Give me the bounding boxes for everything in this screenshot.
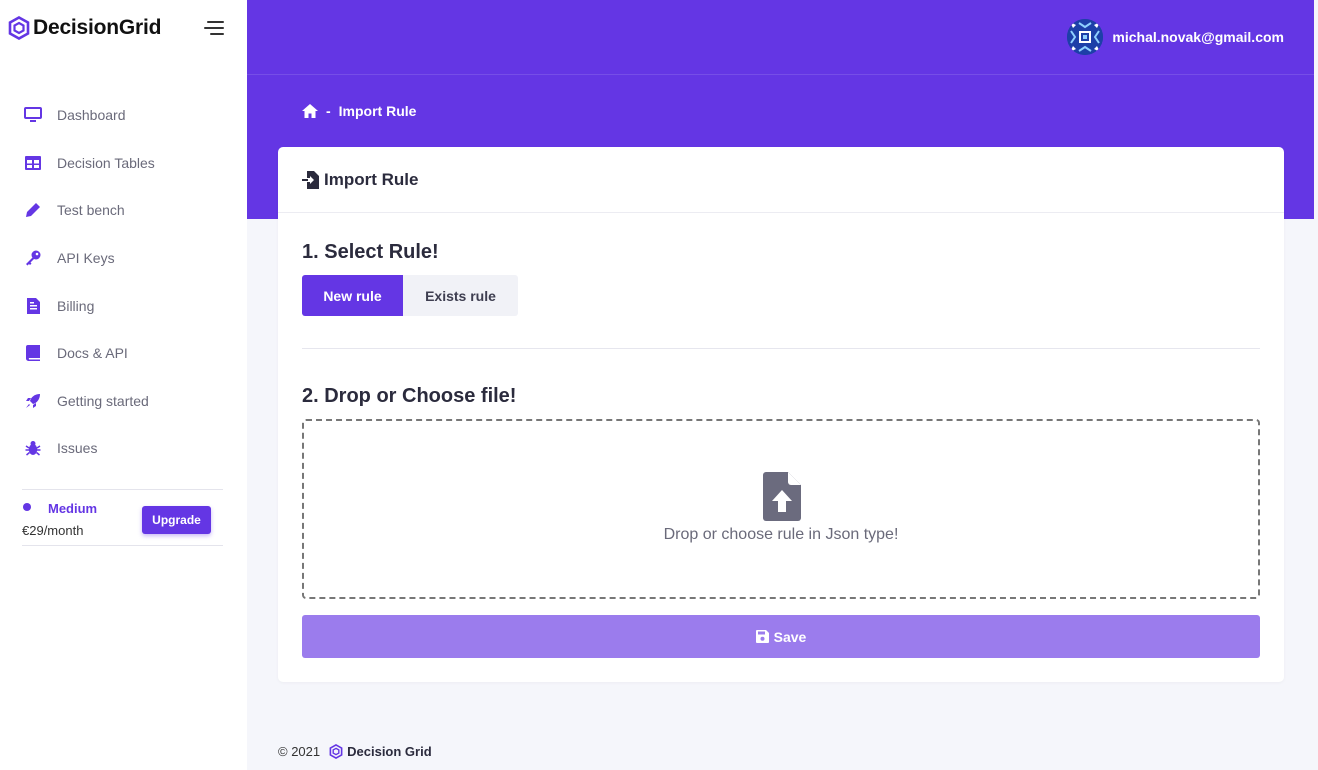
footer-copyright: © 2021 [278,744,321,759]
upgrade-button[interactable]: Upgrade [142,506,211,534]
sidebar-item-getting-started[interactable]: Getting started [0,378,247,424]
sidebar-item-label: Dashboard [57,107,126,123]
file-dropzone[interactable]: Drop or choose rule in Json type! [302,419,1260,599]
pen-icon [24,201,42,219]
user-email: michal.novak@gmail.com [1112,29,1284,45]
sidebar-item-issues[interactable]: Issues [0,425,247,471]
rocket-icon [24,392,42,410]
brand[interactable]: DecisionGrid [8,14,161,42]
exists-rule-button[interactable]: Exists rule [403,275,518,316]
step1-heading: 1. Select Rule! [302,241,439,263]
card-title: Import Rule [302,170,418,190]
new-rule-button[interactable]: New rule [302,275,403,316]
book-icon [24,344,42,362]
breadcrumb-separator: - [326,103,331,119]
avatar [1067,19,1104,55]
document-icon [24,297,42,315]
step2-heading: 2. Drop or Choose file! [302,385,517,407]
sidebar-item-label: API Keys [57,250,115,266]
sidebar: DecisionGrid Dashboard Decision Tables T… [0,0,247,770]
header-divider [247,74,1314,75]
sidebar-item-label: Test bench [57,202,125,218]
bug-icon [24,439,42,457]
sidebar-item-test-bench[interactable]: Test bench [0,187,247,233]
sidebar-item-billing[interactable]: Billing [0,283,247,329]
sidebar-item-label: Getting started [57,393,149,409]
user-menu[interactable]: michal.novak@gmail.com [1067,19,1284,55]
hexagon-logo-icon [329,744,343,759]
hexagon-logo-icon [8,16,30,40]
sidebar-item-label: Decision Tables [57,155,155,171]
plan-price: €29/month [22,523,84,538]
card-title-text: Import Rule [324,170,419,189]
import-rule-card: Import Rule 1. Select Rule! New rule Exi… [278,147,1284,682]
sidebar-item-api-keys[interactable]: API Keys [0,235,247,281]
monitor-icon [24,106,42,124]
file-import-icon [302,171,319,189]
plan-status-dot [23,503,31,511]
footer: © 2021 Decision Grid [278,744,432,759]
menu-toggle-icon[interactable] [204,20,224,36]
dropzone-text: Drop or choose rule in Json type! [663,526,899,543]
table-icon [24,154,42,172]
breadcrumb-current: Import Rule [338,103,417,119]
plan-box: Medium €29/month Upgrade [22,489,223,546]
sidebar-item-docs-api[interactable]: Docs & API [0,330,247,376]
brand-name: DecisionGrid [33,16,162,39]
save-button-label: Save [773,628,807,645]
sidebar-item-label: Billing [57,298,95,314]
breadcrumb: - Import Rule [302,103,416,119]
footer-brand[interactable]: Decision Grid [347,744,432,759]
plan-name: Medium [48,501,98,516]
sidebar-item-decision-tables[interactable]: Decision Tables [0,140,247,186]
save-button[interactable]: Save [302,615,1260,658]
section-divider [302,348,1260,349]
key-icon [24,249,42,267]
home-icon[interactable] [302,104,318,118]
file-upload-icon [763,472,801,521]
sidebar-item-label: Docs & API [57,345,128,361]
card-header: Import Rule [278,147,1284,213]
floppy-disk-icon [755,630,769,643]
rule-type-toggle: New rule Exists rule [302,275,518,316]
sidebar-item-label: Issues [57,440,98,456]
sidebar-item-dashboard[interactable]: Dashboard [0,92,247,138]
